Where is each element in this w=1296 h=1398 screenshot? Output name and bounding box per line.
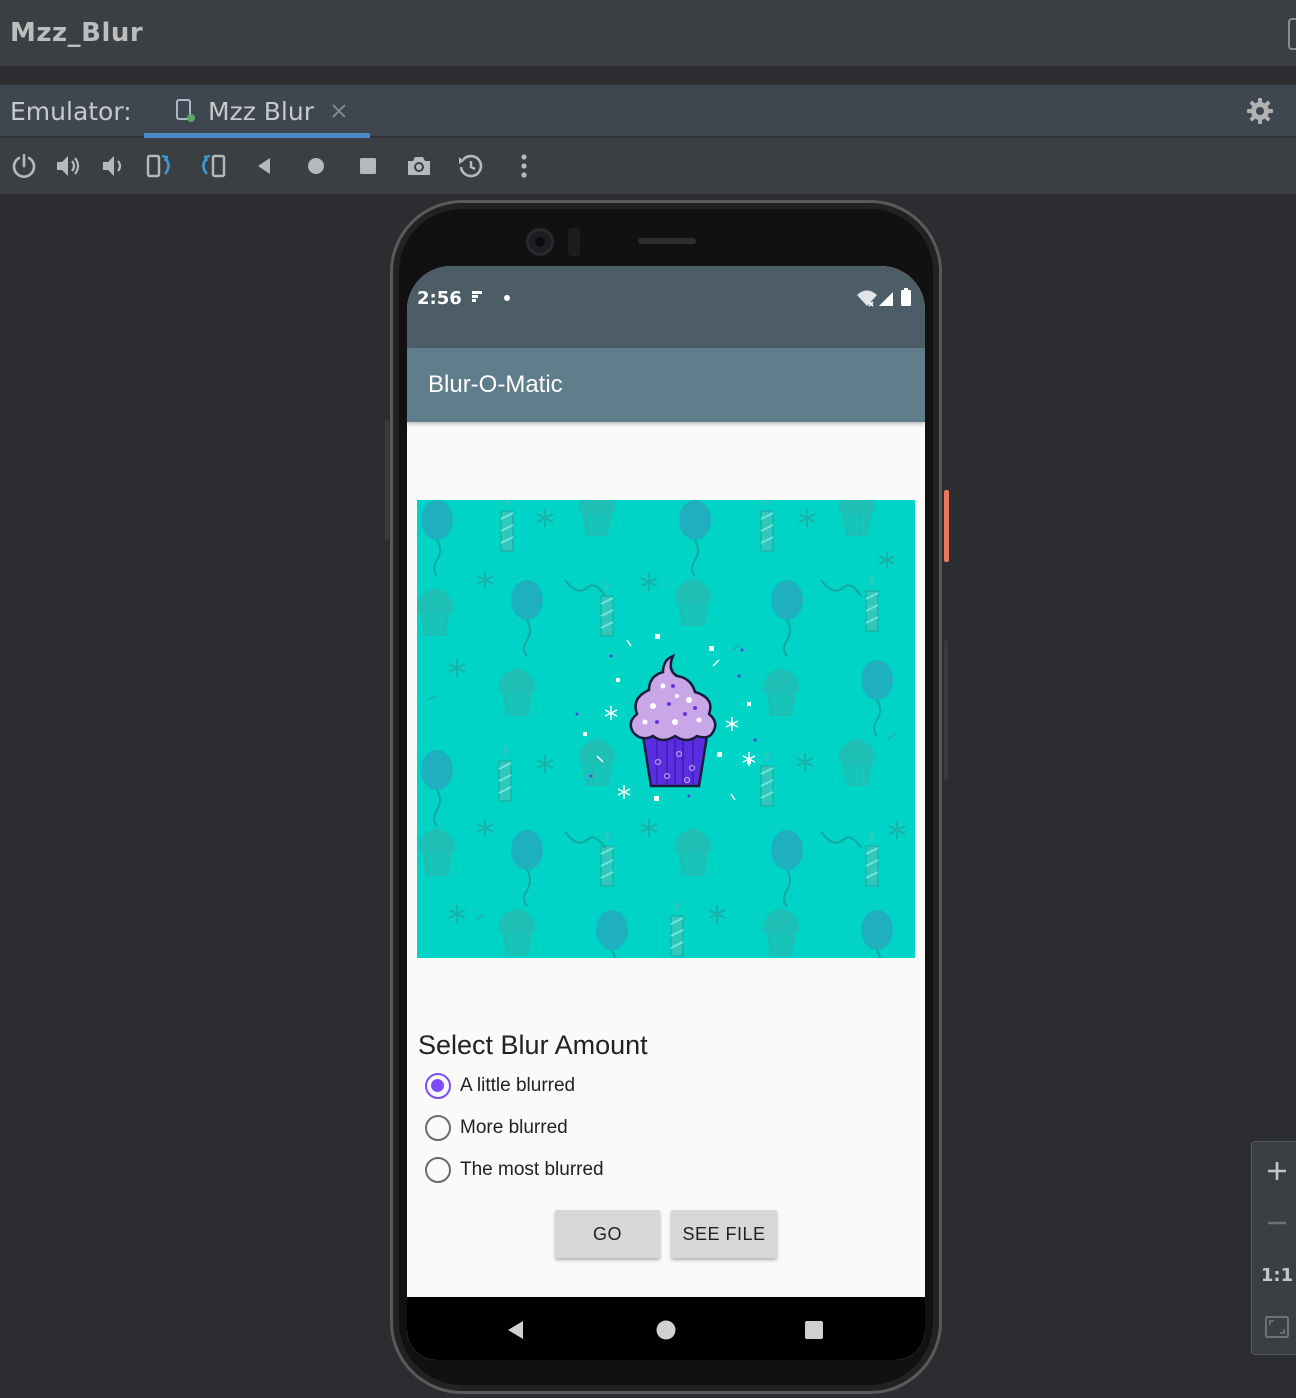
- app-title: Blur-O-Matic: [428, 371, 563, 398]
- proximity-sensor: [568, 228, 580, 256]
- zoom-out-button[interactable]: [1262, 1208, 1292, 1238]
- screenshot-icon[interactable]: [405, 152, 433, 180]
- zoom-in-button[interactable]: [1262, 1156, 1292, 1186]
- earpiece-speaker: [638, 238, 696, 244]
- radio-label: A little blurred: [460, 1075, 576, 1096]
- zoom-actual-size-button[interactable]: 1:1: [1261, 1260, 1293, 1290]
- device-icon: [176, 99, 195, 122]
- android-nav-bar: [407, 1297, 925, 1360]
- snapshot-icon[interactable]: [457, 152, 485, 180]
- window-restore-icon[interactable]: [1288, 18, 1296, 50]
- status-time: 2:56: [417, 288, 462, 309]
- back-icon[interactable]: [250, 152, 278, 180]
- radio-a-little-blurred[interactable]: A little blurred: [425, 1069, 745, 1103]
- notification-icon: [472, 291, 482, 302]
- select-blur-heading: Select Blur Amount: [418, 1030, 648, 1060]
- window-title: Mzz_Blur: [10, 18, 144, 48]
- nav-overview-icon[interactable]: [804, 1320, 824, 1340]
- go-button[interactable]: GO: [555, 1210, 660, 1258]
- emulator-toolbar: [0, 138, 1296, 194]
- zoom-panel: 1:1: [1251, 1141, 1296, 1355]
- device-volume-button[interactable]: [944, 640, 948, 780]
- see-file-button[interactable]: SEE FILE: [671, 1210, 777, 1258]
- more-icon[interactable]: [510, 152, 538, 180]
- radio-label: More blurred: [460, 1117, 568, 1138]
- tab-mzz-blur[interactable]: Mzz Blur: [144, 85, 370, 138]
- radio-label: The most blurred: [460, 1159, 604, 1180]
- cupcake-pattern: [417, 500, 915, 958]
- minus-icon: [1268, 1221, 1286, 1225]
- notification-dot: [504, 295, 510, 301]
- zoom-fit-button[interactable]: [1262, 1312, 1292, 1342]
- volume-down-icon[interactable]: [100, 152, 128, 180]
- cupcake-image: [417, 500, 915, 958]
- nav-back-icon[interactable]: [505, 1319, 527, 1341]
- radio-more-blurred[interactable]: More blurred: [425, 1111, 745, 1145]
- window-titlebar: Mzz_Blur: [0, 0, 1296, 68]
- close-icon[interactable]: [330, 102, 348, 120]
- radio-the-most-blurred[interactable]: The most blurred: [425, 1153, 745, 1187]
- device-screen: 2:56 Blur-O-Matic Select Blur Amount A l…: [407, 266, 925, 1360]
- tab-title: Mzz Blur: [208, 97, 314, 126]
- device-power-button[interactable]: [944, 490, 949, 562]
- app-toolbar: Blur-O-Matic: [407, 348, 925, 422]
- rotate-right-icon[interactable]: [198, 152, 226, 180]
- fit-screen-icon: [1265, 1316, 1289, 1338]
- power-icon[interactable]: [10, 152, 38, 180]
- radio-button-selected[interactable]: [425, 1073, 451, 1099]
- volume-up-icon[interactable]: [54, 152, 82, 180]
- status-bar: 2:56: [407, 266, 925, 348]
- plus-icon: [1268, 1162, 1286, 1180]
- emulator-label: Emulator:: [10, 97, 132, 126]
- emulator-tabbar: Emulator: Mzz Blur: [0, 84, 1296, 138]
- radio-button[interactable]: [425, 1157, 451, 1183]
- front-camera: [526, 228, 554, 256]
- gear-icon[interactable]: [1246, 97, 1274, 125]
- radio-button[interactable]: [425, 1115, 451, 1141]
- system-status-icons: [857, 288, 911, 307]
- device-side-button[interactable]: [385, 420, 389, 540]
- overview-icon[interactable]: [354, 152, 382, 180]
- rotate-left-icon[interactable]: [146, 152, 174, 180]
- nav-home-icon[interactable]: [655, 1319, 677, 1341]
- home-icon[interactable]: [302, 152, 330, 180]
